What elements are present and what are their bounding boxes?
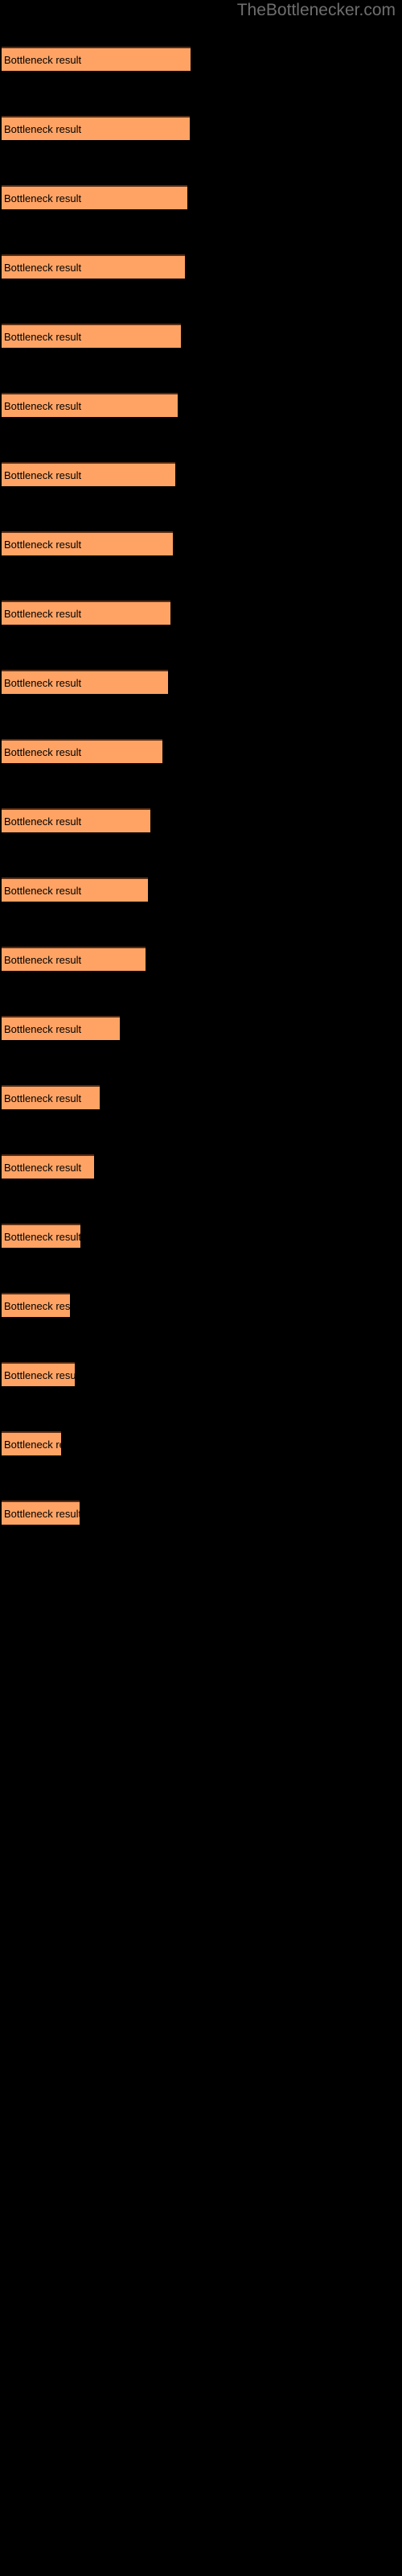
bar-label: Bottleneck result <box>4 954 82 966</box>
bar-label: Bottleneck result <box>4 1092 82 1104</box>
bar-bottleneck-result[interactable]: Bottleneck result <box>2 1431 61 1455</box>
bar-bottleneck-result[interactable]: Bottleneck result <box>2 1501 80 1525</box>
bar-row: Bottleneck result <box>2 185 187 209</box>
bar-row: Bottleneck result <box>2 1293 70 1317</box>
bar-row: Bottleneck result <box>2 462 175 486</box>
bar-label: Bottleneck result <box>4 400 82 412</box>
bar-label: Bottleneck result <box>4 331 82 343</box>
bar-row: Bottleneck result <box>2 670 168 694</box>
bar-bottleneck-result[interactable]: Bottleneck result <box>2 254 185 279</box>
bar-label: Bottleneck result <box>4 123 82 135</box>
bar-row: Bottleneck result <box>2 1224 80 1248</box>
bar-label: Bottleneck result <box>4 1369 75 1381</box>
bar-row: Bottleneck result <box>2 324 181 348</box>
bar-label: Bottleneck result <box>4 1439 61 1451</box>
bottleneck-bar-chart: Bottleneck result Bottleneck result Bottle… <box>0 0 402 2576</box>
bar-row: Bottleneck result <box>2 1016 120 1040</box>
bar-label: Bottleneck result <box>4 1162 82 1174</box>
bar-label: Bottleneck result <box>4 677 82 689</box>
bar-bottleneck-result[interactable]: Bottleneck result <box>2 462 175 486</box>
bar-label: Bottleneck result <box>4 262 82 274</box>
bar-bottleneck-result[interactable]: Bottleneck result <box>2 531 173 555</box>
bar-bottleneck-result[interactable]: Bottleneck result <box>2 877 148 902</box>
bar-row: Bottleneck result <box>2 808 150 832</box>
bar-bottleneck-result[interactable]: Bottleneck result <box>2 1154 94 1179</box>
bar-row: Bottleneck result <box>2 116 190 140</box>
bar-label: Bottleneck result <box>4 1023 82 1035</box>
bar-bottleneck-result[interactable]: Bottleneck result <box>2 739 162 763</box>
bar-label: Bottleneck result <box>4 1231 80 1243</box>
bar-label: Bottleneck result <box>4 192 82 204</box>
bar-bottleneck-result[interactable]: Bottleneck result <box>2 601 170 625</box>
bar-bottleneck-result[interactable]: Bottleneck result <box>2 1293 70 1317</box>
bar-row: Bottleneck result <box>2 531 173 555</box>
bar-bottleneck-result[interactable]: Bottleneck result <box>2 808 150 832</box>
bar-row: Bottleneck result <box>2 47 191 71</box>
bar-bottleneck-result[interactable]: Bottleneck result <box>2 947 146 971</box>
bar-bottleneck-result[interactable]: Bottleneck result <box>2 1016 120 1040</box>
bar-row: Bottleneck result <box>2 1085 100 1109</box>
bar-label: Bottleneck result <box>4 885 82 897</box>
bar-label: Bottleneck result <box>4 815 82 828</box>
bar-bottleneck-result[interactable]: Bottleneck result <box>2 116 190 140</box>
bar-bottleneck-result[interactable]: Bottleneck result <box>2 670 168 694</box>
bar-bottleneck-result[interactable]: Bottleneck result <box>2 1085 100 1109</box>
bar-label: Bottleneck result <box>4 1508 80 1520</box>
bar-bottleneck-result[interactable]: Bottleneck result <box>2 1362 75 1386</box>
bar-row: Bottleneck result <box>2 877 148 902</box>
bar-row: Bottleneck result <box>2 601 170 625</box>
bar-label: Bottleneck result <box>4 539 82 551</box>
bar-label: Bottleneck result <box>4 54 82 66</box>
bar-label: Bottleneck result <box>4 1300 70 1312</box>
bar-bottleneck-result[interactable]: Bottleneck result <box>2 1224 80 1248</box>
bar-label: Bottleneck result <box>4 469 82 481</box>
bar-row: Bottleneck result <box>2 1154 94 1179</box>
bar-label: Bottleneck result <box>4 746 82 758</box>
bar-bottleneck-result[interactable]: Bottleneck result <box>2 324 181 348</box>
bar-row: Bottleneck result <box>2 947 146 971</box>
bar-row: Bottleneck result <box>2 739 162 763</box>
bar-label: Bottleneck result <box>4 608 82 620</box>
bar-bottleneck-result[interactable]: Bottleneck result <box>2 47 191 71</box>
bar-row: Bottleneck result <box>2 254 185 279</box>
bar-row: Bottleneck result <box>2 1501 80 1525</box>
bar-bottleneck-result[interactable]: Bottleneck result <box>2 393 178 417</box>
bar-row: Bottleneck result <box>2 1362 75 1386</box>
bar-row: Bottleneck result <box>2 393 178 417</box>
bar-bottleneck-result[interactable]: Bottleneck result <box>2 185 187 209</box>
bar-row: Bottleneck result <box>2 1431 61 1455</box>
